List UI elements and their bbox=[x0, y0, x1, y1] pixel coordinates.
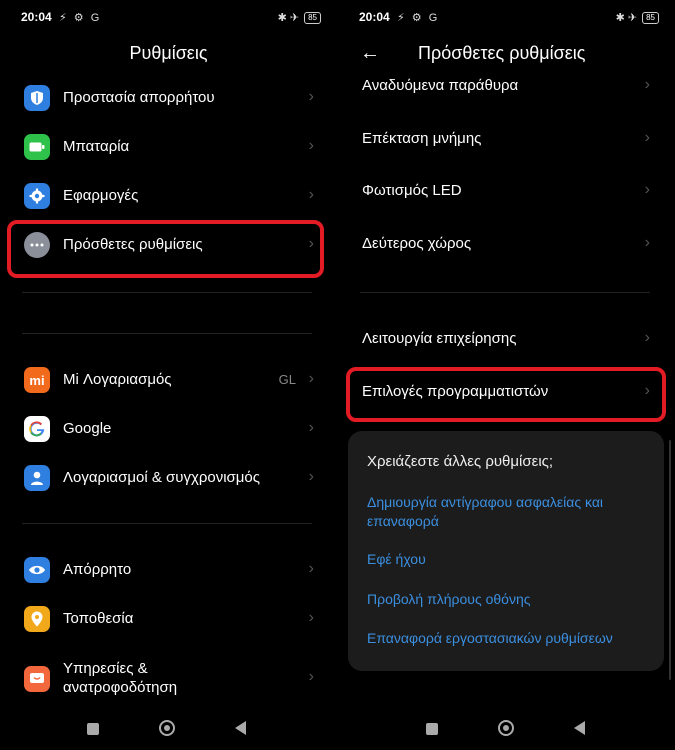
link-factory-reset[interactable]: Επαναφορά εργοστασιακών ρυθμίσεων bbox=[367, 629, 657, 648]
settings-item-label: Μπαταρία bbox=[63, 138, 130, 155]
chevron-right-icon: › bbox=[308, 560, 314, 577]
home-button[interactable] bbox=[498, 720, 514, 736]
page-title: Πρόσθετες ρυθμίσεις bbox=[418, 43, 586, 63]
chevron-right-icon: › bbox=[308, 88, 314, 105]
settings-item-label: Δεύτερος χώρος bbox=[362, 235, 472, 252]
settings-item-privacy-protection[interactable]: Προστασία απορρήτου › bbox=[22, 79, 318, 117]
account-region-value: GL bbox=[278, 372, 296, 387]
chevron-right-icon: › bbox=[308, 668, 314, 685]
status-bar: 20:04 ⚡︎ ⚙ G ✱ ✈ 85 bbox=[359, 10, 659, 28]
status-system-icons: ✱ ✈ 85 bbox=[278, 11, 321, 24]
settings-item-memory-extension[interactable]: Επέκταση μνήμης › bbox=[360, 120, 652, 158]
chevron-right-icon: › bbox=[308, 137, 314, 154]
settings-item-mi-account[interactable]: mi Mi Λογαριασμός GL › bbox=[22, 361, 318, 399]
divider bbox=[360, 292, 650, 293]
google-icon bbox=[24, 416, 50, 442]
settings-screen: 20:04 ⚡︎ ⚙ G ✱ ✈ 85 Ρυθμίσεις Προστασία … bbox=[0, 0, 337, 750]
chevron-right-icon: › bbox=[308, 468, 314, 485]
page-title: Ρυθμίσεις bbox=[129, 43, 208, 63]
highlight-box bbox=[346, 367, 666, 422]
settings-item-google[interactable]: Google › bbox=[22, 410, 318, 448]
mi-logo-icon: mi bbox=[24, 367, 50, 393]
chevron-right-icon: › bbox=[308, 419, 314, 436]
settings-item-label: Φωτισμός LED bbox=[362, 182, 462, 199]
settings-item-enterprise-mode[interactable]: Λειτουργία επιχείρησης › bbox=[360, 320, 652, 358]
chevron-right-icon: › bbox=[644, 76, 650, 93]
bluetooth-airplane-icon: ✱ ✈ bbox=[615, 12, 638, 24]
back-arrow-icon[interactable]: ← bbox=[360, 42, 380, 65]
gear-icon bbox=[24, 183, 50, 209]
back-button[interactable] bbox=[235, 721, 246, 735]
settings-item-label: Υπηρεσίες & ανατροφοδότηση bbox=[63, 660, 178, 696]
recents-button[interactable] bbox=[426, 723, 438, 735]
divider bbox=[22, 333, 312, 334]
divider bbox=[22, 292, 312, 293]
link-backup-restore[interactable]: Δημιουργία αντίγραφου ασφαλείας και επαν… bbox=[367, 493, 657, 531]
battery-icon bbox=[24, 134, 50, 160]
recents-button[interactable] bbox=[87, 723, 99, 735]
settings-item-label: Λειτουργία επιχείρησης bbox=[362, 330, 517, 347]
chevron-right-icon: › bbox=[644, 181, 650, 198]
settings-item-label: Mi Λογαριασμός bbox=[63, 371, 172, 388]
more-settings-card: Χρειάζεστε άλλες ρυθμίσεις; Δημιουργία α… bbox=[348, 431, 664, 671]
home-button[interactable] bbox=[159, 720, 175, 736]
chevron-right-icon: › bbox=[644, 329, 650, 346]
additional-settings-screen: 20:04 ⚡︎ ⚙ G ✱ ✈ 85 ← Πρόσθετες ρυθμίσει… bbox=[338, 0, 675, 750]
shield-icon bbox=[24, 85, 50, 111]
bluetooth-airplane-icon: ✱ ✈ bbox=[277, 12, 300, 24]
settings-item-label: Λογαριασμοί & συγχρονισμός bbox=[63, 469, 260, 486]
settings-item-label: Προστασία απορρήτου bbox=[63, 89, 215, 106]
location-pin-icon bbox=[24, 606, 50, 632]
divider bbox=[22, 523, 312, 524]
settings-item-battery[interactable]: Μπαταρία › bbox=[22, 128, 318, 166]
settings-item-label: Αναδυόμενα παράθυρα bbox=[362, 77, 519, 94]
status-time: 20:04 bbox=[359, 10, 390, 24]
highlight-box bbox=[7, 220, 324, 278]
status-time: 20:04 bbox=[21, 10, 52, 24]
chevron-right-icon: › bbox=[644, 234, 650, 251]
chevron-right-icon: › bbox=[308, 186, 314, 203]
eye-icon bbox=[24, 557, 50, 583]
card-question: Χρειάζεστε άλλες ρυθμίσεις; bbox=[367, 453, 554, 470]
feedback-icon bbox=[24, 666, 50, 692]
navigation-bar bbox=[0, 718, 337, 742]
settings-item-apps[interactable]: Εφαρμογές › bbox=[22, 177, 318, 215]
settings-item-label: Τοποθεσία bbox=[63, 610, 134, 627]
user-icon bbox=[24, 465, 50, 491]
link-full-screen-display[interactable]: Προβολή πλήρους οθόνης bbox=[367, 590, 657, 609]
settings-item-second-space[interactable]: Δεύτερος χώρος › bbox=[360, 225, 652, 263]
settings-item-label: Απόρρητο bbox=[63, 561, 132, 578]
back-button[interactable] bbox=[574, 721, 585, 735]
status-system-icons: ✱ ✈ 85 bbox=[616, 11, 659, 24]
settings-item-label: Επέκταση μνήμης bbox=[362, 130, 482, 147]
settings-item-accounts-sync[interactable]: Λογαριασμοί & συγχρονισμός › bbox=[22, 459, 318, 497]
settings-item-location[interactable]: Τοποθεσία › bbox=[22, 600, 318, 638]
status-notification-icons: ⚡︎ ⚙ G bbox=[397, 12, 440, 24]
settings-item-label: Google bbox=[63, 420, 112, 437]
chevron-right-icon: › bbox=[308, 609, 314, 626]
settings-item-label: Εφαρμογές bbox=[63, 187, 139, 204]
scrollbar[interactable] bbox=[669, 440, 671, 680]
chevron-right-icon: › bbox=[644, 129, 650, 146]
settings-item-services-feedback[interactable]: Υπηρεσίες & ανατροφοδότηση › bbox=[22, 657, 318, 696]
chevron-right-icon: › bbox=[308, 370, 314, 387]
settings-item-privacy[interactable]: Απόρρητο › bbox=[22, 551, 318, 589]
navigation-bar bbox=[338, 718, 675, 742]
battery-icon: 85 bbox=[304, 11, 321, 24]
status-notification-icons: ⚡︎ ⚙ G bbox=[59, 12, 102, 24]
link-sound-effects[interactable]: Εφέ ήχου bbox=[367, 550, 657, 569]
settings-item-floating-windows[interactable]: Αναδυόμενα παράθυρα › bbox=[360, 67, 652, 105]
battery-icon: 85 bbox=[642, 11, 659, 24]
status-bar: 20:04 ⚡︎ ⚙ G ✱ ✈ 85 bbox=[21, 10, 321, 28]
settings-item-led-light[interactable]: Φωτισμός LED › bbox=[360, 172, 652, 210]
